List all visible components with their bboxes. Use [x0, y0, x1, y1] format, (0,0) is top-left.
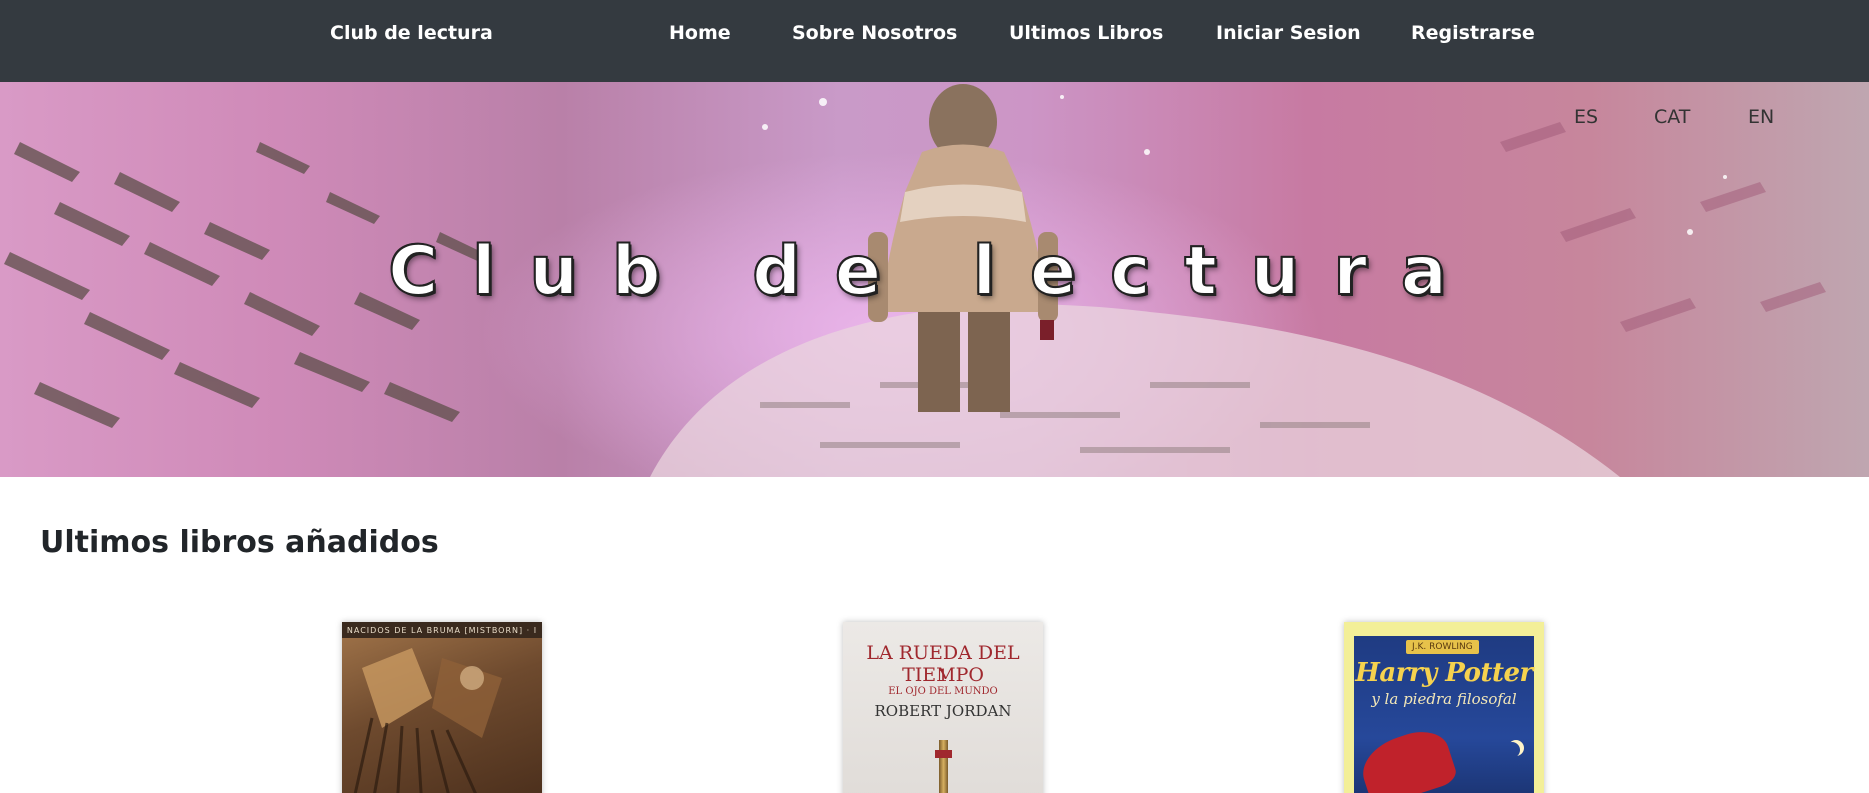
book-cover-mistborn[interactable]: NACIDOS DE LA BRUMA [MISTBORN] · I	[342, 622, 542, 793]
book-volume-number: 1	[937, 666, 949, 686]
book-cover-harry-potter[interactable]: J.K. ROWLING Harry Potter y la piedra fi…	[1344, 622, 1544, 793]
book-author: ROBERT JORDAN	[874, 702, 1012, 720]
hero-title: Club de lectura	[387, 231, 1481, 312]
language-switcher: ES CAT EN	[0, 106, 1869, 136]
nav-link-about[interactable]: Sobre Nosotros	[792, 22, 957, 44]
book-cover-band-art	[935, 750, 952, 758]
book-subtitle: EL OJO DEL MUNDO	[888, 686, 998, 697]
nav-link-latest-books[interactable]: Ultimos Libros	[1009, 22, 1163, 44]
nav-link-register[interactable]: Registrarse	[1411, 22, 1535, 44]
top-navbar: Club de lectura Home Sobre Nosotros Ulti…	[0, 0, 1869, 82]
book-cover-text: NACIDOS DE LA BRUMA [MISTBORN] · I	[342, 622, 542, 638]
book-title: Harry Potter	[1355, 658, 1533, 688]
lang-es-link[interactable]: ES	[1574, 106, 1598, 128]
nav-link-home[interactable]: Home	[669, 22, 731, 44]
nav-link-login[interactable]: Iniciar Sesion	[1216, 22, 1361, 44]
book-cover-art	[353, 648, 502, 793]
book-cover-rueda-del-tiempo[interactable]: LA RUEDA DEL TIEMPO 1 EL OJO DEL MUNDO R…	[843, 622, 1043, 793]
hero-banner: ES CAT EN Club de lectura	[0, 82, 1869, 477]
latest-books-heading: Ultimos libros añadidos	[40, 525, 439, 560]
nav-links: Home Sobre Nosotros Ultimos Libros Inici…	[0, 22, 1869, 52]
book-subtitle: y la piedra filosofal	[1371, 690, 1517, 708]
book-cover-art: J.K. ROWLING Harry Potter y la piedra fi…	[1354, 636, 1534, 793]
moon-icon	[1504, 742, 1520, 758]
lang-en-link[interactable]: EN	[1748, 106, 1774, 128]
book-cover-cape-art	[1354, 723, 1460, 793]
lang-cat-link[interactable]: CAT	[1654, 106, 1690, 128]
book-author-badge: J.K. ROWLING	[1406, 640, 1479, 654]
book-cover-rod-art	[939, 740, 948, 793]
